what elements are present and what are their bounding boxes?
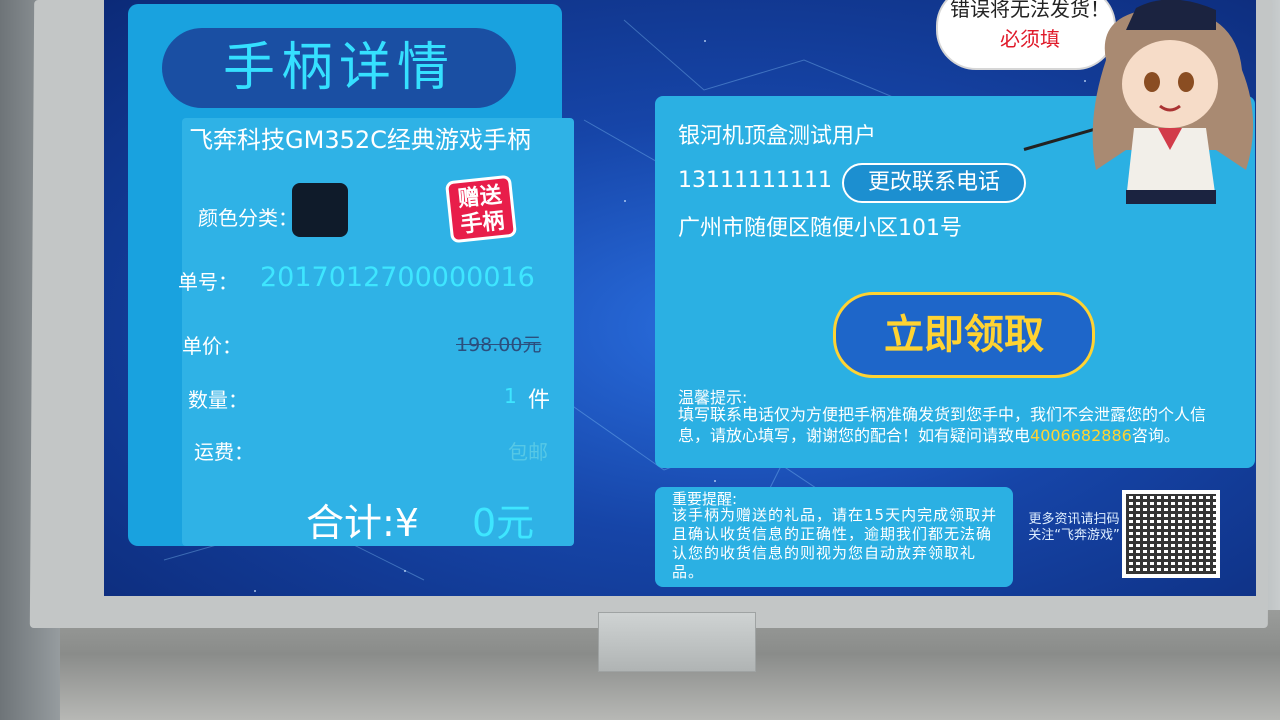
- tv-stand: [598, 612, 756, 672]
- quantity-label: 数量：: [188, 388, 248, 412]
- order-label: 单号：: [178, 270, 238, 294]
- bubble-required: 必须填: [1000, 27, 1060, 51]
- quantity-unit: 件: [528, 388, 551, 413]
- hotline-number: 4006682886: [1030, 426, 1132, 445]
- page-title: 手柄详情: [162, 28, 516, 108]
- original-price: 198.00元: [456, 334, 542, 356]
- shipping-label: 运费：: [194, 440, 254, 464]
- gift-badge: 赠送手柄: [444, 174, 518, 244]
- star: [624, 200, 626, 202]
- phone-number: 13111111111: [678, 168, 832, 193]
- tip-text: 填写联系电话仅为方便把手柄准确发货到您手中，我们不会泄露您的个人信息，请放心填写…: [678, 404, 1234, 446]
- user-name: 银河机顶盒测试用户: [678, 124, 877, 149]
- shipping-address: 广州市随便区随便小区101号: [678, 216, 962, 241]
- quantity-value: 1: [504, 384, 517, 408]
- qr-code: [1122, 490, 1220, 578]
- price-label: 单价：: [182, 334, 242, 358]
- product-name: 飞奔科技GM352C经典游戏手柄: [189, 126, 531, 154]
- total-label: 合计:¥: [306, 501, 419, 545]
- order-number: 2017012700000016: [260, 262, 535, 293]
- notice-text: 该手柄为赠送的礼品，请在15天内完成领取并且确认收货信息的正确性，逾期我们都无法…: [672, 506, 998, 581]
- claim-now-button[interactable]: 立即领取: [833, 292, 1095, 378]
- mascot-character: [1092, 0, 1254, 204]
- star: [704, 40, 706, 42]
- color-label: 颜色分类：: [198, 206, 298, 230]
- star: [714, 480, 716, 482]
- change-phone-button[interactable]: 更改联系电话: [842, 163, 1026, 203]
- qr-caption: 更多资讯请扫码关注“飞奔游戏”: [1028, 512, 1120, 543]
- qr-pattern: [1126, 494, 1216, 574]
- total-value: 0元: [472, 501, 535, 545]
- color-swatch[interactable]: [292, 183, 348, 237]
- star: [254, 590, 256, 592]
- star: [404, 570, 406, 572]
- shipping-value: 包邮: [508, 440, 548, 464]
- tip-text-end: 咨询。: [1131, 426, 1180, 445]
